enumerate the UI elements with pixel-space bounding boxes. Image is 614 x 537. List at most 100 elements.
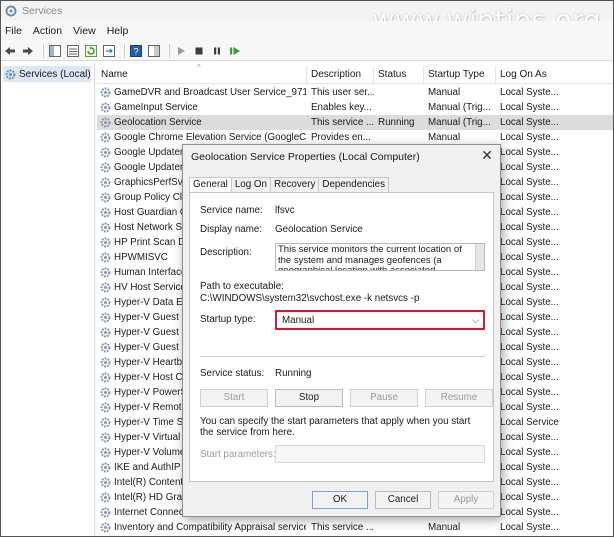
cell-logon: Local Syste... [500,132,559,143]
cell-name: GameDVR and Broadcast User Service_9714f [114,87,306,98]
pause-button[interactable]: Pause [350,389,418,407]
refresh-icon[interactable] [84,44,98,58]
gear-icon [100,132,111,143]
stop-service-icon[interactable] [192,44,206,58]
cell-status [378,130,424,145]
table-row[interactable]: Geolocation Service This service ... Runni… [97,115,613,130]
gear-icon [100,267,111,278]
gear-icon [100,507,111,518]
cell-logon: Local Syste... [500,177,559,188]
export-list-icon[interactable] [102,44,116,58]
tab-log-on[interactable]: Log On [230,177,271,192]
show-hide-pane-icon[interactable] [147,44,161,58]
cell-logon: Local Syste... [500,342,559,353]
svg-text:?: ? [133,46,138,56]
title-bar: Services www.wintips.org [1,1,613,36]
restart-service-icon[interactable] [228,44,242,58]
apply-button[interactable]: Apply [438,491,494,509]
startup-type-select[interactable]: Manual ⌵ [275,310,485,330]
toolbar: ? [1,41,613,61]
table-row[interactable]: GameInput Service Enables key... Manual (T… [97,100,613,115]
cell-logon: Local Syste... [500,432,559,443]
menu-file[interactable]: File [1,25,29,37]
chevron-down-icon: ⌵ [472,315,479,325]
gear-icon [100,222,111,233]
start-params-input[interactable] [275,445,485,463]
cell-logon: Local Syste... [500,447,559,458]
menu-action[interactable]: Action [29,25,69,37]
properties-list-icon[interactable] [66,44,80,58]
stop-button[interactable]: Stop [275,389,343,407]
column-header-description[interactable]: Description [307,66,374,84]
cell-startup: Manual [428,522,461,533]
cell-logon: Local Syste... [500,387,559,398]
resume-button[interactable]: Resume [425,389,493,407]
gear-icon [100,432,111,443]
cell-logon: Local Syste... [500,372,559,383]
display-name-value: Geolocation Service [275,224,363,235]
menu-help[interactable]: Help [103,25,136,37]
help-icon[interactable]: ? [129,44,143,58]
cell-logon: Local Syste... [500,477,559,488]
forward-arrow-icon[interactable] [21,44,35,58]
cell-logon: Local Syste... [500,357,559,368]
cell-desc: This service ... [311,117,374,128]
start-service-icon[interactable] [174,44,188,58]
service-status-label: Service status: [200,368,265,379]
cancel-button[interactable]: Cancel [375,491,431,509]
cell-logon: Local Syste... [500,117,559,128]
cell-startup: Manual (Trig... [428,117,491,128]
cell-logon: Local Service [500,417,559,428]
gear-icon [100,117,111,128]
cell-status [378,100,424,115]
column-header-status[interactable]: Status [374,66,424,84]
toolbar-separator [43,43,44,58]
cell-logon: Local Syste... [500,237,559,248]
close-icon[interactable]: ✕ [480,148,494,162]
column-header-log-on-as[interactable]: Log On As [496,66,613,84]
cell-status [378,520,424,535]
cell-status: Running [378,117,415,128]
gear-icon [5,69,16,79]
pause-service-icon[interactable] [210,44,224,58]
gear-icon [100,282,111,293]
tree-item-label: Services (Local) [19,68,91,80]
back-arrow-icon[interactable] [3,44,17,58]
description-scrollbar[interactable] [475,244,484,270]
gear-icon [100,492,111,503]
description-box[interactable]: This service monitors the current locati… [275,243,485,271]
cell-name: Inventory and Compatibility Appraisal se… [114,522,306,533]
menu-bar: File Action View Help [1,21,613,41]
column-header-name[interactable]: Name [97,66,307,84]
tree-item-services-local[interactable]: Services (Local) [3,66,91,82]
console-tree-icon[interactable] [48,44,62,58]
table-row[interactable]: GameDVR and Broadcast User Service_9714f… [97,85,613,100]
properties-dialog: Geolocation Service Properties (Local Co… [182,144,501,517]
ok-button[interactable]: OK [312,491,368,509]
cell-desc: Enables key... [311,102,372,113]
gear-icon [100,177,111,188]
cell-logon: Local Syste... [500,327,559,338]
start-params-hint: You can specify the start parameters tha… [200,416,471,438]
tab-dependencies[interactable]: Dependencies [318,177,390,192]
menu-view[interactable]: View [69,25,103,37]
gear-icon [100,372,111,383]
gear-icon [100,192,111,203]
tab-general[interactable]: General [189,177,232,193]
start-button[interactable]: Start [200,389,268,407]
table-row[interactable]: Google Chrome Elevation Service (GoogleC… [97,130,613,145]
description-label: Description: [200,247,252,258]
table-row[interactable]: Inventory and Compatibility Appraisal se… [97,520,613,535]
cell-startup: Manual [428,87,461,98]
gear-icon [100,522,111,533]
cell-startup: Manual [428,132,461,143]
path-label: Path to executable: [200,281,284,292]
cell-name: Google Chrome Elevation Service (GoogleC… [114,132,306,143]
path-value: C:\WINDOWS\system32\svchost.exe -k netsv… [200,293,420,304]
cell-logon: Local Syste... [500,87,559,98]
cell-logon: Local Syste... [500,282,559,293]
gear-icon [100,327,111,338]
general-panel: Service name: lfsvc Display name: Geoloc… [189,192,494,482]
column-header-startup-type[interactable]: Startup Type [424,66,496,84]
tab-recovery[interactable]: Recovery [270,177,320,192]
